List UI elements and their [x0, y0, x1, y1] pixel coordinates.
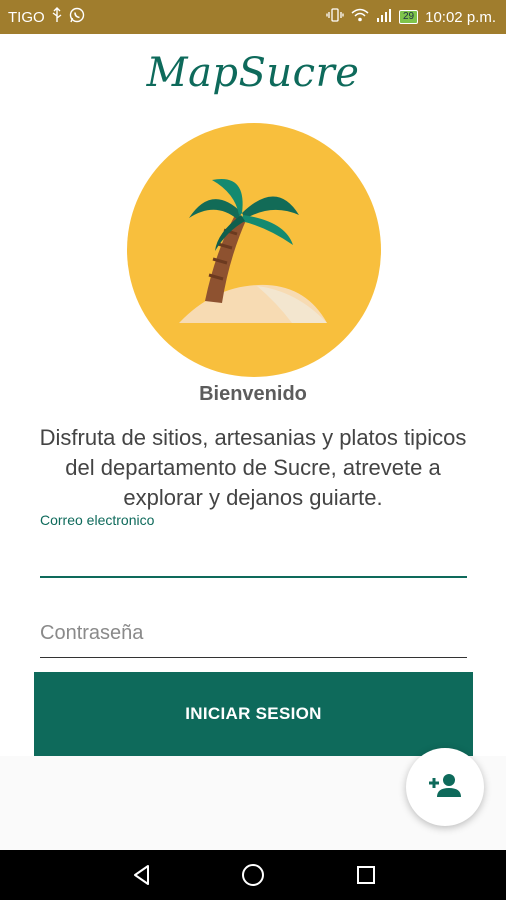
clock: 10:02 p.m.: [425, 8, 496, 26]
login-button-label: INICIAR SESION: [185, 704, 322, 723]
status-bar: TIGO 29 10:02 p.m.: [0, 0, 506, 34]
login-button[interactable]: INICIAR SESION: [34, 672, 473, 756]
carrier-name: TIGO: [8, 8, 45, 26]
palm-island-icon: [127, 123, 381, 377]
vibrate-icon: [326, 7, 344, 27]
status-left: TIGO: [8, 0, 85, 34]
welcome-description: Disfruta de sitios, artesanias y platos …: [39, 425, 467, 510]
app-title: MapSucre: [146, 50, 360, 96]
welcome-heading: Bienvenido: [199, 383, 307, 405]
home-icon[interactable]: [238, 860, 268, 890]
email-field-label: Correo electronico: [40, 512, 155, 528]
email-field-underline: [40, 576, 467, 578]
add-user-button[interactable]: [406, 748, 484, 826]
email-field[interactable]: [40, 540, 467, 574]
whatsapp-icon: [69, 7, 85, 27]
signal-icon: [376, 8, 392, 26]
password-field-underline: [40, 657, 467, 658]
status-right: 29 10:02 p.m.: [326, 0, 496, 34]
wifi-icon: [351, 8, 369, 26]
password-field[interactable]: Contraseña: [40, 622, 467, 645]
usb-icon: [51, 7, 63, 27]
add-person-icon: [428, 772, 462, 803]
recents-icon[interactable]: [351, 860, 381, 890]
back-icon[interactable]: [127, 860, 157, 890]
navigation-bar: [0, 850, 506, 900]
battery-indicator: 29: [398, 10, 419, 24]
